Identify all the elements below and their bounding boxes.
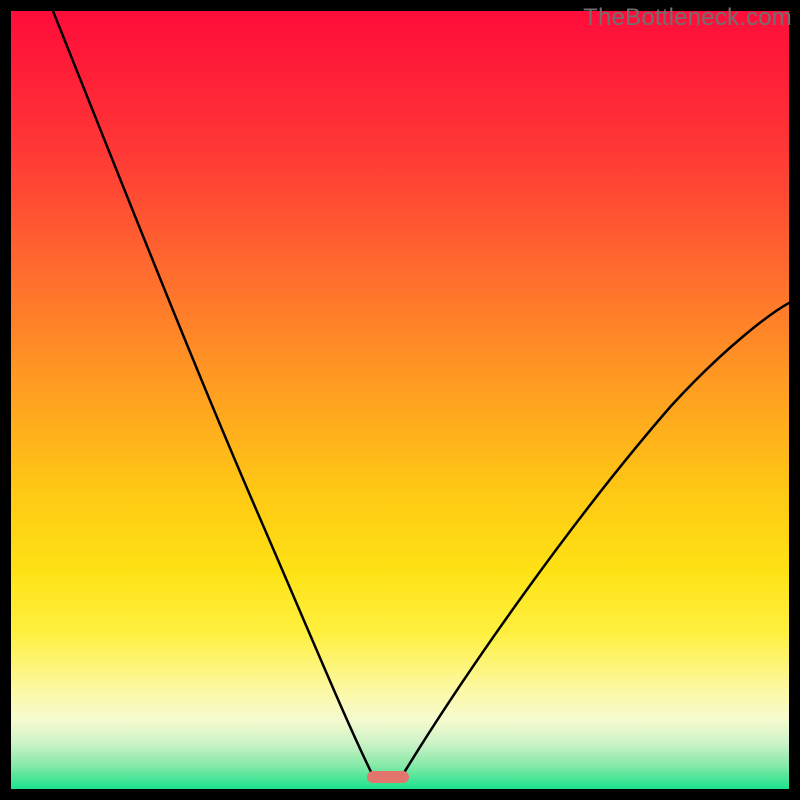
curve-left-branch [53, 11, 373, 776]
curve-layer [11, 11, 789, 789]
chart-container: TheBottleneck.com [0, 0, 800, 800]
plot-area [11, 11, 789, 789]
watermark-label: TheBottleneck.com [583, 4, 792, 32]
bottleneck-marker [367, 771, 409, 783]
curve-right-branch [402, 303, 789, 776]
